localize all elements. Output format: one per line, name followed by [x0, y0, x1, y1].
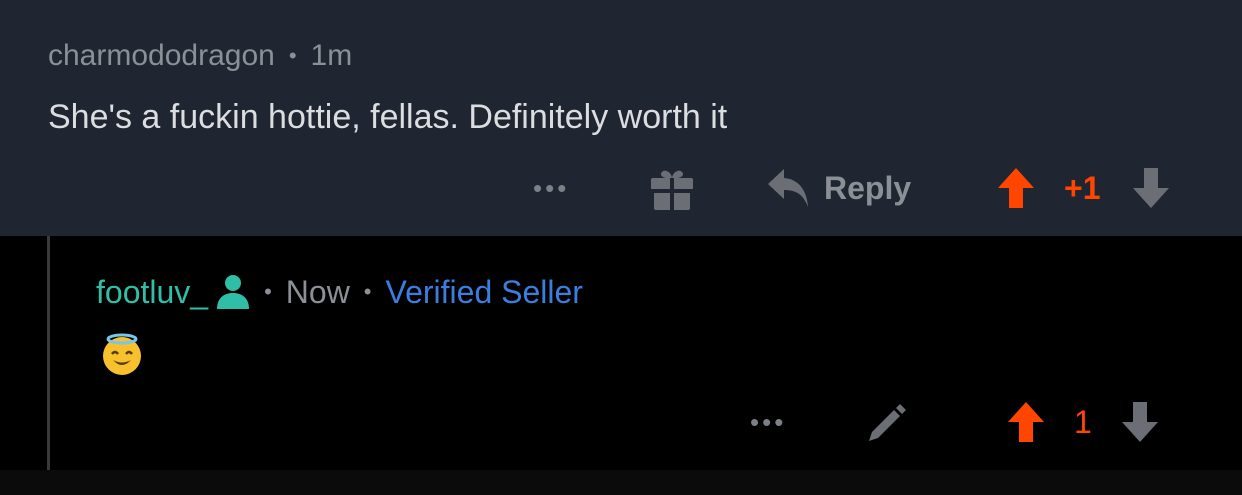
reply-timestamp: Now — [285, 273, 350, 310]
upvote-button[interactable] — [996, 163, 1036, 213]
user-flair: Verified Seller — [385, 273, 583, 310]
edit-button[interactable] — [866, 397, 910, 447]
reply-upvote-button[interactable] — [1006, 397, 1046, 447]
reply-label: Reply — [824, 169, 912, 206]
meta-separator: • — [264, 279, 272, 304]
top-comment-body: She's a fuckin hottie, fellas. Definitel… — [48, 98, 728, 136]
downvote-arrow-icon — [1131, 166, 1171, 210]
vote-count: 1 — [1074, 403, 1092, 440]
bottom-strip — [0, 470, 1242, 495]
ellipsis-icon: ••• — [533, 173, 570, 203]
pencil-icon — [866, 400, 910, 444]
reply-arrow-icon — [766, 167, 810, 209]
top-comment-timestamp: 1m — [310, 39, 353, 72]
more-options-button[interactable]: ••• — [533, 163, 569, 213]
reply-username[interactable]: footluv_ — [96, 274, 208, 311]
meta-separator: • — [288, 43, 297, 68]
reply-comment-meta: footluv_ • Now • Verified Seller — [96, 272, 583, 312]
smiling-face-with-halo-icon — [103, 333, 141, 375]
upvote-arrow-icon — [1006, 400, 1046, 444]
top-comment-meta: charmododragon • 1m — [48, 38, 352, 74]
downvote-arrow-icon — [1120, 400, 1160, 444]
upvote-arrow-icon — [996, 166, 1036, 210]
thread-line[interactable] — [47, 236, 50, 470]
reply-vote-score: 1 — [1074, 397, 1092, 447]
gift-icon — [648, 164, 696, 212]
meta-separator: • — [363, 279, 372, 304]
ellipsis-icon: ••• — [750, 407, 787, 437]
vote-count: +1 — [1064, 169, 1101, 206]
top-comment-username[interactable]: charmododragon — [48, 39, 275, 73]
reply-downvote-button[interactable] — [1120, 397, 1160, 447]
downvote-button[interactable] — [1131, 163, 1171, 213]
award-button[interactable] — [648, 163, 696, 213]
person-icon — [216, 274, 250, 310]
reply-button[interactable]: Reply — [766, 163, 911, 213]
reply-body — [100, 332, 144, 376]
reply-more-options-button[interactable]: ••• — [750, 397, 786, 447]
vote-score: +1 — [1064, 163, 1100, 213]
